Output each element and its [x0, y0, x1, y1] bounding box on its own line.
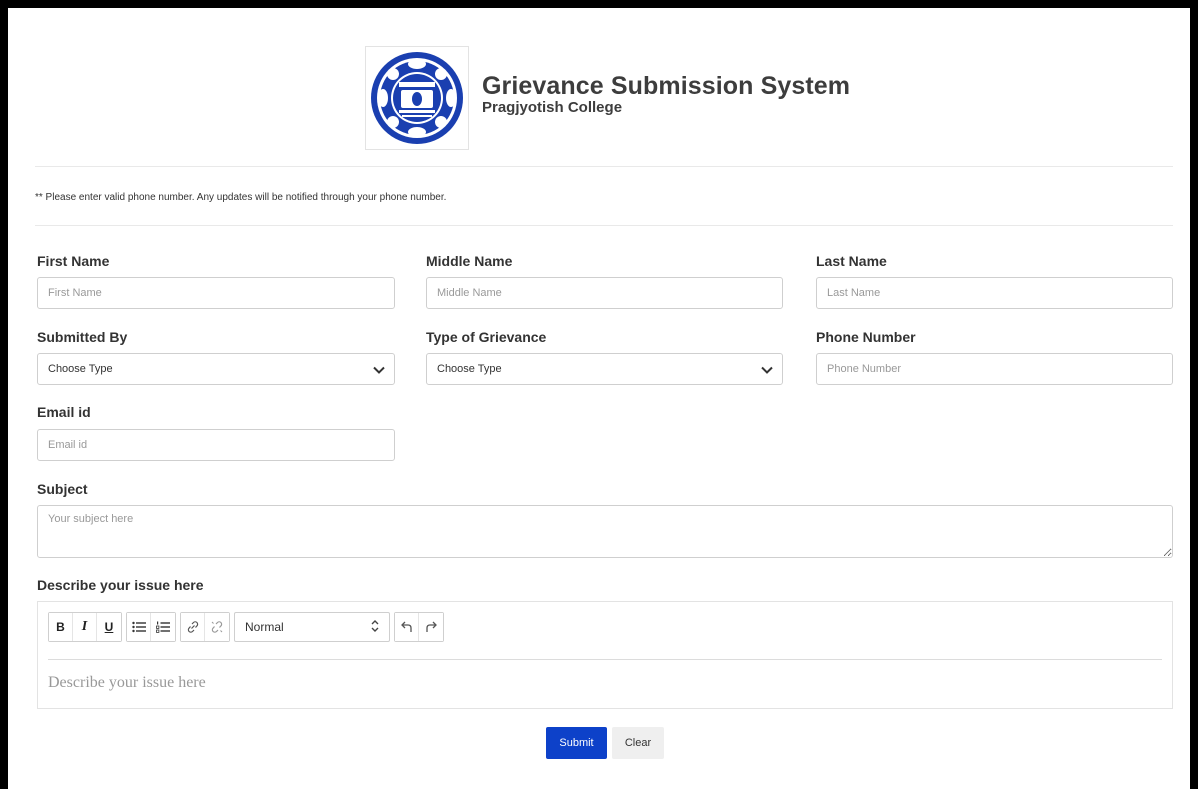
phone-number-label: Phone Number — [816, 329, 916, 345]
format-group: B I U — [48, 612, 122, 642]
chevron-down-icon — [761, 366, 773, 374]
first-name-input[interactable] — [37, 277, 395, 309]
link-group — [180, 612, 230, 642]
list-group — [126, 612, 176, 642]
bullet-list-button[interactable] — [127, 613, 151, 641]
link-button[interactable] — [181, 613, 205, 641]
grievance-type-select[interactable]: Choose Type — [426, 353, 783, 385]
redo-icon — [426, 621, 437, 632]
page-title: Grievance Submission System — [482, 72, 851, 100]
page-subtitle: Pragjyotish College — [482, 99, 623, 116]
subject-textarea[interactable] — [37, 505, 1173, 558]
email-input[interactable] — [37, 429, 395, 461]
first-name-label: First Name — [37, 253, 110, 269]
unlink-button[interactable] — [205, 613, 229, 641]
email-label: Email id — [37, 404, 91, 420]
rich-text-editor: B I U Normal Describe your issue here — [37, 601, 1173, 709]
submitted-by-select[interactable]: Choose Type — [37, 353, 395, 385]
last-name-input[interactable] — [816, 277, 1173, 309]
grievance-type-value: Choose Type — [437, 363, 502, 375]
page-frame: Grievance Submission System Pragjyotish … — [8, 8, 1190, 789]
undo-button[interactable] — [395, 613, 419, 641]
grievance-type-label: Type of Grievance — [426, 329, 547, 345]
submit-button[interactable]: Submit — [546, 727, 607, 759]
phone-number-input[interactable] — [816, 353, 1173, 385]
submitted-by-label: Submitted By — [37, 329, 128, 345]
phone-notice: ** Please enter valid phone number. Any … — [35, 192, 447, 203]
subject-label: Subject — [37, 481, 88, 497]
numbered-list-icon — [156, 621, 170, 633]
description-label: Describe your issue here — [37, 577, 204, 593]
italic-button[interactable]: I — [73, 613, 97, 641]
numbered-list-button[interactable] — [151, 613, 175, 641]
text-format-select[interactable]: Normal — [234, 612, 390, 642]
submitted-by-value: Choose Type — [48, 363, 113, 375]
college-logo — [365, 46, 469, 150]
chevron-down-icon — [373, 366, 385, 374]
description-editor-area[interactable]: Describe your issue here — [48, 674, 206, 692]
divider-form — [35, 225, 1173, 226]
unlink-icon — [211, 621, 223, 633]
divider-top — [35, 166, 1173, 167]
middle-name-label: Middle Name — [426, 253, 513, 269]
link-icon — [187, 621, 198, 633]
last-name-label: Last Name — [816, 253, 887, 269]
text-format-value: Normal — [245, 620, 284, 634]
college-seal-icon — [371, 52, 463, 144]
bullet-list-icon — [131, 621, 146, 633]
editor-divider — [48, 659, 1162, 660]
underline-button[interactable]: U — [97, 613, 121, 641]
redo-button[interactable] — [419, 613, 443, 641]
bold-button[interactable]: B — [49, 613, 73, 641]
page-header: Grievance Submission System Pragjyotish … — [365, 46, 850, 150]
history-group — [394, 612, 444, 642]
clear-button[interactable]: Clear — [612, 727, 664, 759]
editor-toolbar: B I U Normal — [48, 612, 444, 642]
middle-name-input[interactable] — [426, 277, 783, 309]
updown-arrows-icon — [371, 620, 379, 632]
undo-icon — [400, 621, 412, 632]
